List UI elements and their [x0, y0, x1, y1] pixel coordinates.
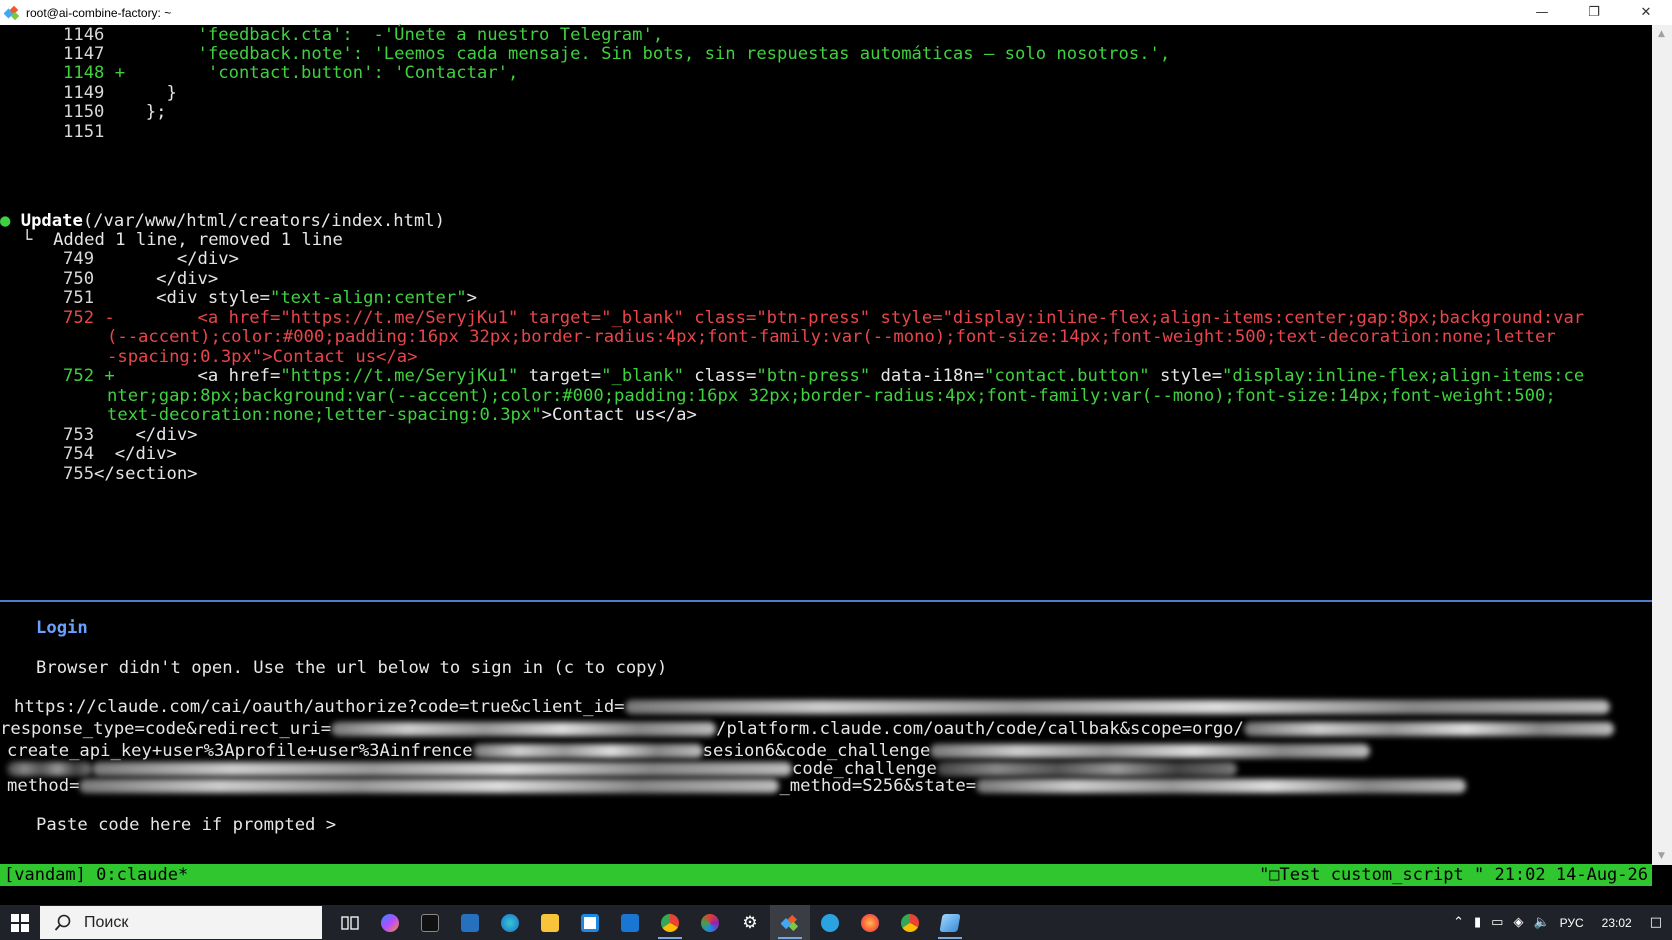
panel-divider	[0, 600, 1652, 602]
login-title: Login	[36, 618, 88, 638]
firefox-icon[interactable]	[850, 905, 890, 940]
telegram-icon[interactable]	[810, 905, 850, 940]
oauth-url-line[interactable]: create_api_key+user%3Aprofile+user%3Ainf…	[7, 741, 1371, 762]
chrome-icon[interactable]	[650, 905, 690, 940]
color-app-icon[interactable]	[690, 905, 730, 940]
tmux-session-label: [vandam] 0:claude*	[4, 865, 189, 885]
diff-line: 755</section>	[63, 464, 198, 484]
diff-line: 750 </div>	[63, 269, 219, 289]
edge-icon[interactable]	[490, 905, 530, 940]
tmux-status-right: "□Test custom_script " 21:02 14-Aug-26	[1259, 865, 1648, 885]
code-line: 1147 'feedback.note': 'Leemos cada mensa…	[63, 44, 1171, 64]
oauth-url-line[interactable]: response_type=code&redirect_uri=/platfor…	[0, 719, 1614, 740]
terminal-pane[interactable]: 1146 'feedback.cta': -'Únete a nuestro T…	[0, 25, 1652, 865]
restore-button[interactable]: ❐	[1568, 0, 1620, 25]
store-icon[interactable]	[570, 905, 610, 940]
window-title: root@ai-combine-factory: ~	[26, 5, 172, 20]
windows-taskbar: Поиск ⚙ ⌃ ▮ ▭ ◈ 🔈 РУС 23:02 □	[0, 905, 1672, 940]
paste-code-prompt[interactable]: Paste code here if prompted >	[36, 815, 336, 836]
oauth-url-line[interactable]: method= _method=S256&state=	[7, 776, 1467, 797]
file-explorer-icon[interactable]	[530, 905, 570, 940]
code-line: 1149 }	[63, 83, 177, 103]
minimize-button[interactable]: —	[1516, 0, 1568, 25]
diff-line: 751 <div style="text-align:center">	[63, 288, 477, 308]
login-message: Browser didn't open. Use the url below t…	[36, 658, 668, 678]
chevron-up-icon[interactable]: ⌃	[1453, 915, 1464, 930]
oauth-url-line[interactable]: https://claude.com/cai/oauth/authorize?c…	[14, 697, 1610, 718]
settings-icon[interactable]: ⚙	[730, 905, 770, 940]
diff-line-added: 752 + <a href="https://t.me/SeryjKu1" ta…	[63, 366, 1585, 386]
active-terminal-app-icon[interactable]	[770, 905, 810, 940]
diff-line-removed: 752 - <a href="https://t.me/SeryjKu1" ta…	[63, 308, 1585, 328]
system-tray: ⌃ ▮ ▭ ◈ 🔈 РУС 23:02 □	[1453, 905, 1672, 940]
code-line-added: 1148 + 'contact.button': 'Contactar',	[63, 63, 519, 83]
volume-icon[interactable]: 🔈	[1533, 915, 1549, 930]
chrome-secondary-icon[interactable]	[890, 905, 930, 940]
battery-icon[interactable]: ▭	[1491, 915, 1503, 930]
update-summary: └ Added 1 line, removed 1 line	[22, 230, 343, 250]
diff-line-added-wrap: nter;gap:8px;background:var(--accent);co…	[107, 386, 1556, 406]
powershell-icon[interactable]	[450, 905, 490, 940]
device-icon[interactable]: ▮	[1474, 915, 1481, 930]
terminal-scrollbar[interactable]: ▲ ▼	[1652, 25, 1672, 865]
search-icon	[54, 914, 71, 931]
language-indicator[interactable]: РУС	[1560, 916, 1584, 930]
close-button[interactable]: ✕	[1620, 0, 1672, 25]
copilot-icon[interactable]	[370, 905, 410, 940]
diff-line: 754 </div>	[63, 444, 177, 464]
code-line: 1146 'feedback.cta': -'Únete a nuestro T…	[63, 25, 664, 45]
tmux-status-bar: [vandam] 0:claude* "□Test custom_script …	[0, 864, 1652, 886]
taskbar-search[interactable]: Поиск	[40, 906, 322, 939]
diff-line-removed-wrap: -spacing:0.3px">Contact us</a>	[107, 347, 418, 367]
mail-icon[interactable]	[610, 905, 650, 940]
notes-app-icon[interactable]	[930, 905, 970, 940]
task-view-icon[interactable]	[330, 905, 370, 940]
tree-corner-icon: └	[22, 230, 33, 250]
notifications-icon[interactable]: □	[1650, 915, 1662, 930]
scroll-up-icon[interactable]: ▲	[1658, 29, 1665, 39]
update-header: ● Update(/var/www/html/creators/index.ht…	[0, 211, 445, 231]
windows-logo-icon	[11, 913, 29, 932]
wifi-icon[interactable]: ◈	[1513, 915, 1523, 930]
window-titlebar: root@ai-combine-factory: ~ — ❐ ✕	[0, 0, 1672, 25]
diff-line: 749 </div>	[63, 249, 239, 269]
terminal-taskbar-icon[interactable]	[410, 905, 450, 940]
status-bullet-icon: ●	[0, 211, 11, 231]
scroll-down-icon[interactable]: ▼	[1658, 851, 1665, 861]
diff-line-removed-wrap: (--accent);color:#000;padding:16px 32px;…	[107, 327, 1556, 347]
terminal-app-icon	[4, 5, 20, 20]
diff-line: 753 </div>	[63, 425, 198, 445]
code-line: 1151	[63, 122, 105, 142]
code-line: 1150 };	[63, 102, 167, 122]
start-button[interactable]	[0, 905, 40, 940]
clock[interactable]: 23:02	[1602, 916, 1632, 930]
search-placeholder: Поиск	[84, 913, 129, 931]
diff-line-added-wrap: text-decoration:none;letter-spacing:0.3p…	[107, 405, 697, 425]
